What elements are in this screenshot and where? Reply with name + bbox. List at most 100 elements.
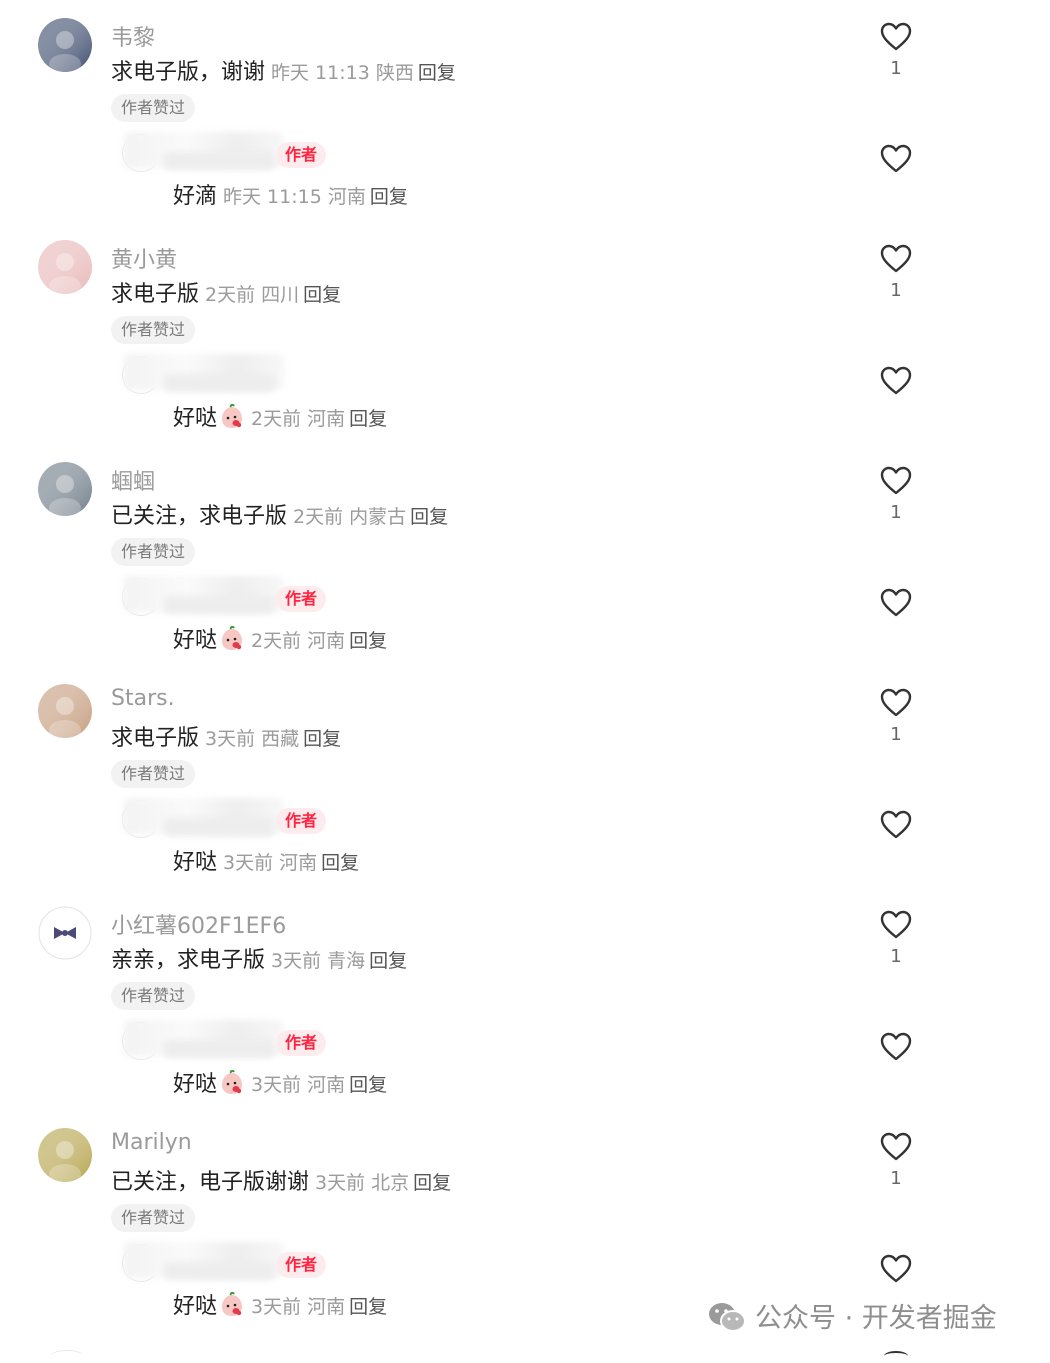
reply-text: 好哒 (173, 406, 218, 431)
username[interactable]: 黄小黄 (111, 242, 177, 274)
reply-button[interactable]: 回复 (349, 1074, 387, 1096)
author-tag: 作者 (276, 586, 327, 612)
user-avatar[interactable] (38, 240, 92, 294)
comment-item: 韦黎 求电子版，谢谢 昨天 11:13 陕西 回复 作者赞过 1 作者 好滴 昨天 11:15 河南… (0, 0, 1050, 222)
reply-button[interactable]: 回复 (410, 506, 448, 528)
like-heart-icon[interactable] (880, 910, 912, 940)
author-tag: 作者 (276, 808, 327, 834)
user-avatar[interactable] (38, 18, 92, 72)
username[interactable]: 蝈蝈 (111, 464, 155, 496)
reply-button[interactable]: 回复 (418, 62, 456, 84)
author-reply: 作者好哒 3天前 河南 回复 (0, 792, 1050, 888)
like-count: 1 (890, 58, 902, 79)
next-avatar-peek (50, 1350, 84, 1363)
username[interactable]: 韦黎 (111, 20, 155, 52)
reply-button[interactable]: 回复 (303, 284, 341, 306)
like-heart-icon[interactable] (880, 22, 912, 52)
like-heart-icon[interactable] (880, 244, 912, 274)
comment-time: 昨天 11:13 (271, 62, 370, 84)
username[interactable]: 小红薯602F1EF6 (111, 908, 286, 940)
comment-text: 亲亲，求电子版 (111, 948, 266, 973)
reply-location: 河南 (307, 1074, 346, 1096)
comment-time: 2天前 (293, 506, 344, 528)
comment-text: 求电子版 (111, 282, 200, 307)
reply-text: 好哒 (173, 1294, 218, 1319)
reply-button[interactable]: 回复 (370, 186, 408, 208)
blurred-author-name-shadow (164, 374, 274, 392)
comment-item: 黄小黄 求电子版 2天前 四川 回复 作者赞过 1 好哒 2天前 河南 回复 (0, 222, 1050, 444)
reply-location: 河南 (307, 408, 346, 430)
like-count: 1 (890, 1168, 902, 1189)
reply-like-heart-icon[interactable] (880, 588, 912, 618)
reply-button[interactable]: 回复 (349, 1296, 387, 1318)
user-avatar[interactable] (38, 684, 92, 738)
comment-text: 已关注，电子版谢谢 (111, 1170, 310, 1195)
username[interactable]: Marilyn (111, 1130, 192, 1155)
comment-item: 蝈蝈 已关注，求电子版 2天前 内蒙古 回复 作者赞过 1 作者 好哒 2天前 河南 回复 (0, 444, 1050, 666)
blurred-author-name-shadow (164, 596, 274, 614)
reply-line: 好滴 昨天 11:15 河南 回复 (173, 178, 408, 210)
comment-time: 2天前 (205, 284, 256, 306)
blurred-author-name-shadow (164, 152, 274, 170)
reply-time: 3天前 (251, 1074, 302, 1096)
comment-text: 已关注，求电子版 (111, 504, 288, 529)
user-avatar[interactable] (38, 906, 92, 960)
comment-text: 求电子版，谢谢 (111, 60, 266, 85)
comment-item: Stars. 求电子版 3天前 西藏 回复 作者赞过 1 作者 好哒 3天前 河南 回复 (0, 666, 1050, 888)
reply-time: 3天前 (251, 1296, 302, 1318)
author-liked-badge: 作者赞过 (111, 760, 196, 788)
reply-line: 好哒 3天前 河南 回复 (173, 844, 359, 876)
reply-button[interactable]: 回复 (369, 950, 407, 972)
comment-time: 3天前 (271, 950, 322, 972)
reply-like-heart-icon[interactable] (880, 366, 912, 396)
next-heart-peek (884, 1351, 908, 1361)
like-heart-icon[interactable] (880, 466, 912, 496)
like-heart-icon[interactable] (880, 1132, 912, 1162)
reply-like-heart-icon[interactable] (880, 810, 912, 840)
username[interactable]: Stars. (111, 686, 175, 711)
reply-line: 好哒 2天前 河南 回复 (173, 622, 387, 654)
like-count: 1 (890, 946, 902, 967)
author-liked-badge: 作者赞过 (111, 538, 196, 566)
author-reply: 作者 好哒 3天前 河南 回复 (0, 1014, 1050, 1110)
user-avatar[interactable] (38, 462, 92, 516)
peach-emoji-icon (219, 403, 245, 430)
like-heart-icon[interactable] (880, 688, 912, 718)
comment-text: 求电子版 (111, 726, 200, 751)
author-liked-badge: 作者赞过 (111, 982, 196, 1010)
comment-location: 北京 (371, 1172, 410, 1194)
comment-line: 求电子版，谢谢 昨天 11:13 陕西 回复 (111, 54, 456, 86)
comment-line: 已关注，求电子版 2天前 内蒙古 回复 (111, 498, 448, 530)
reply-button[interactable]: 回复 (321, 852, 359, 874)
reply-text: 好滴 (173, 184, 218, 209)
comment-line: 求电子版 2天前 四川 回复 (111, 276, 341, 308)
watermark-text: 公众号 · 开发者掘金 (755, 1303, 997, 1334)
author-tag: 作者 (276, 1030, 327, 1056)
peach-emoji-icon (219, 1291, 245, 1318)
user-avatar[interactable] (38, 1128, 92, 1182)
reply-button[interactable]: 回复 (349, 630, 387, 652)
reply-text: 好哒 (173, 850, 218, 875)
like-count: 1 (890, 502, 902, 523)
comment-location: 西藏 (261, 728, 300, 750)
like-count: 1 (890, 724, 902, 745)
reply-text: 好哒 (173, 628, 218, 653)
comment-location: 陕西 (375, 62, 414, 84)
author-liked-badge: 作者赞过 (111, 94, 196, 122)
reply-line: 好哒 3天前 河南 回复 (173, 1288, 387, 1320)
author-liked-badge: 作者赞过 (111, 1204, 196, 1232)
reply-like-heart-icon[interactable] (880, 144, 912, 174)
like-count: 1 (890, 280, 902, 301)
reply-location: 河南 (307, 630, 346, 652)
author-tag: 作者 (276, 1252, 327, 1278)
reply-like-heart-icon[interactable] (880, 1254, 912, 1284)
reply-line: 好哒 2天前 河南 回复 (173, 400, 387, 432)
reply-button[interactable]: 回复 (413, 1172, 451, 1194)
peach-emoji-icon (219, 1069, 245, 1096)
reply-button[interactable]: 回复 (349, 408, 387, 430)
reply-button[interactable]: 回复 (303, 728, 341, 750)
reply-like-heart-icon[interactable] (880, 1032, 912, 1062)
comment-time: 3天前 (315, 1172, 366, 1194)
peach-emoji-icon (219, 625, 245, 652)
reply-time: 3天前 (223, 852, 274, 874)
